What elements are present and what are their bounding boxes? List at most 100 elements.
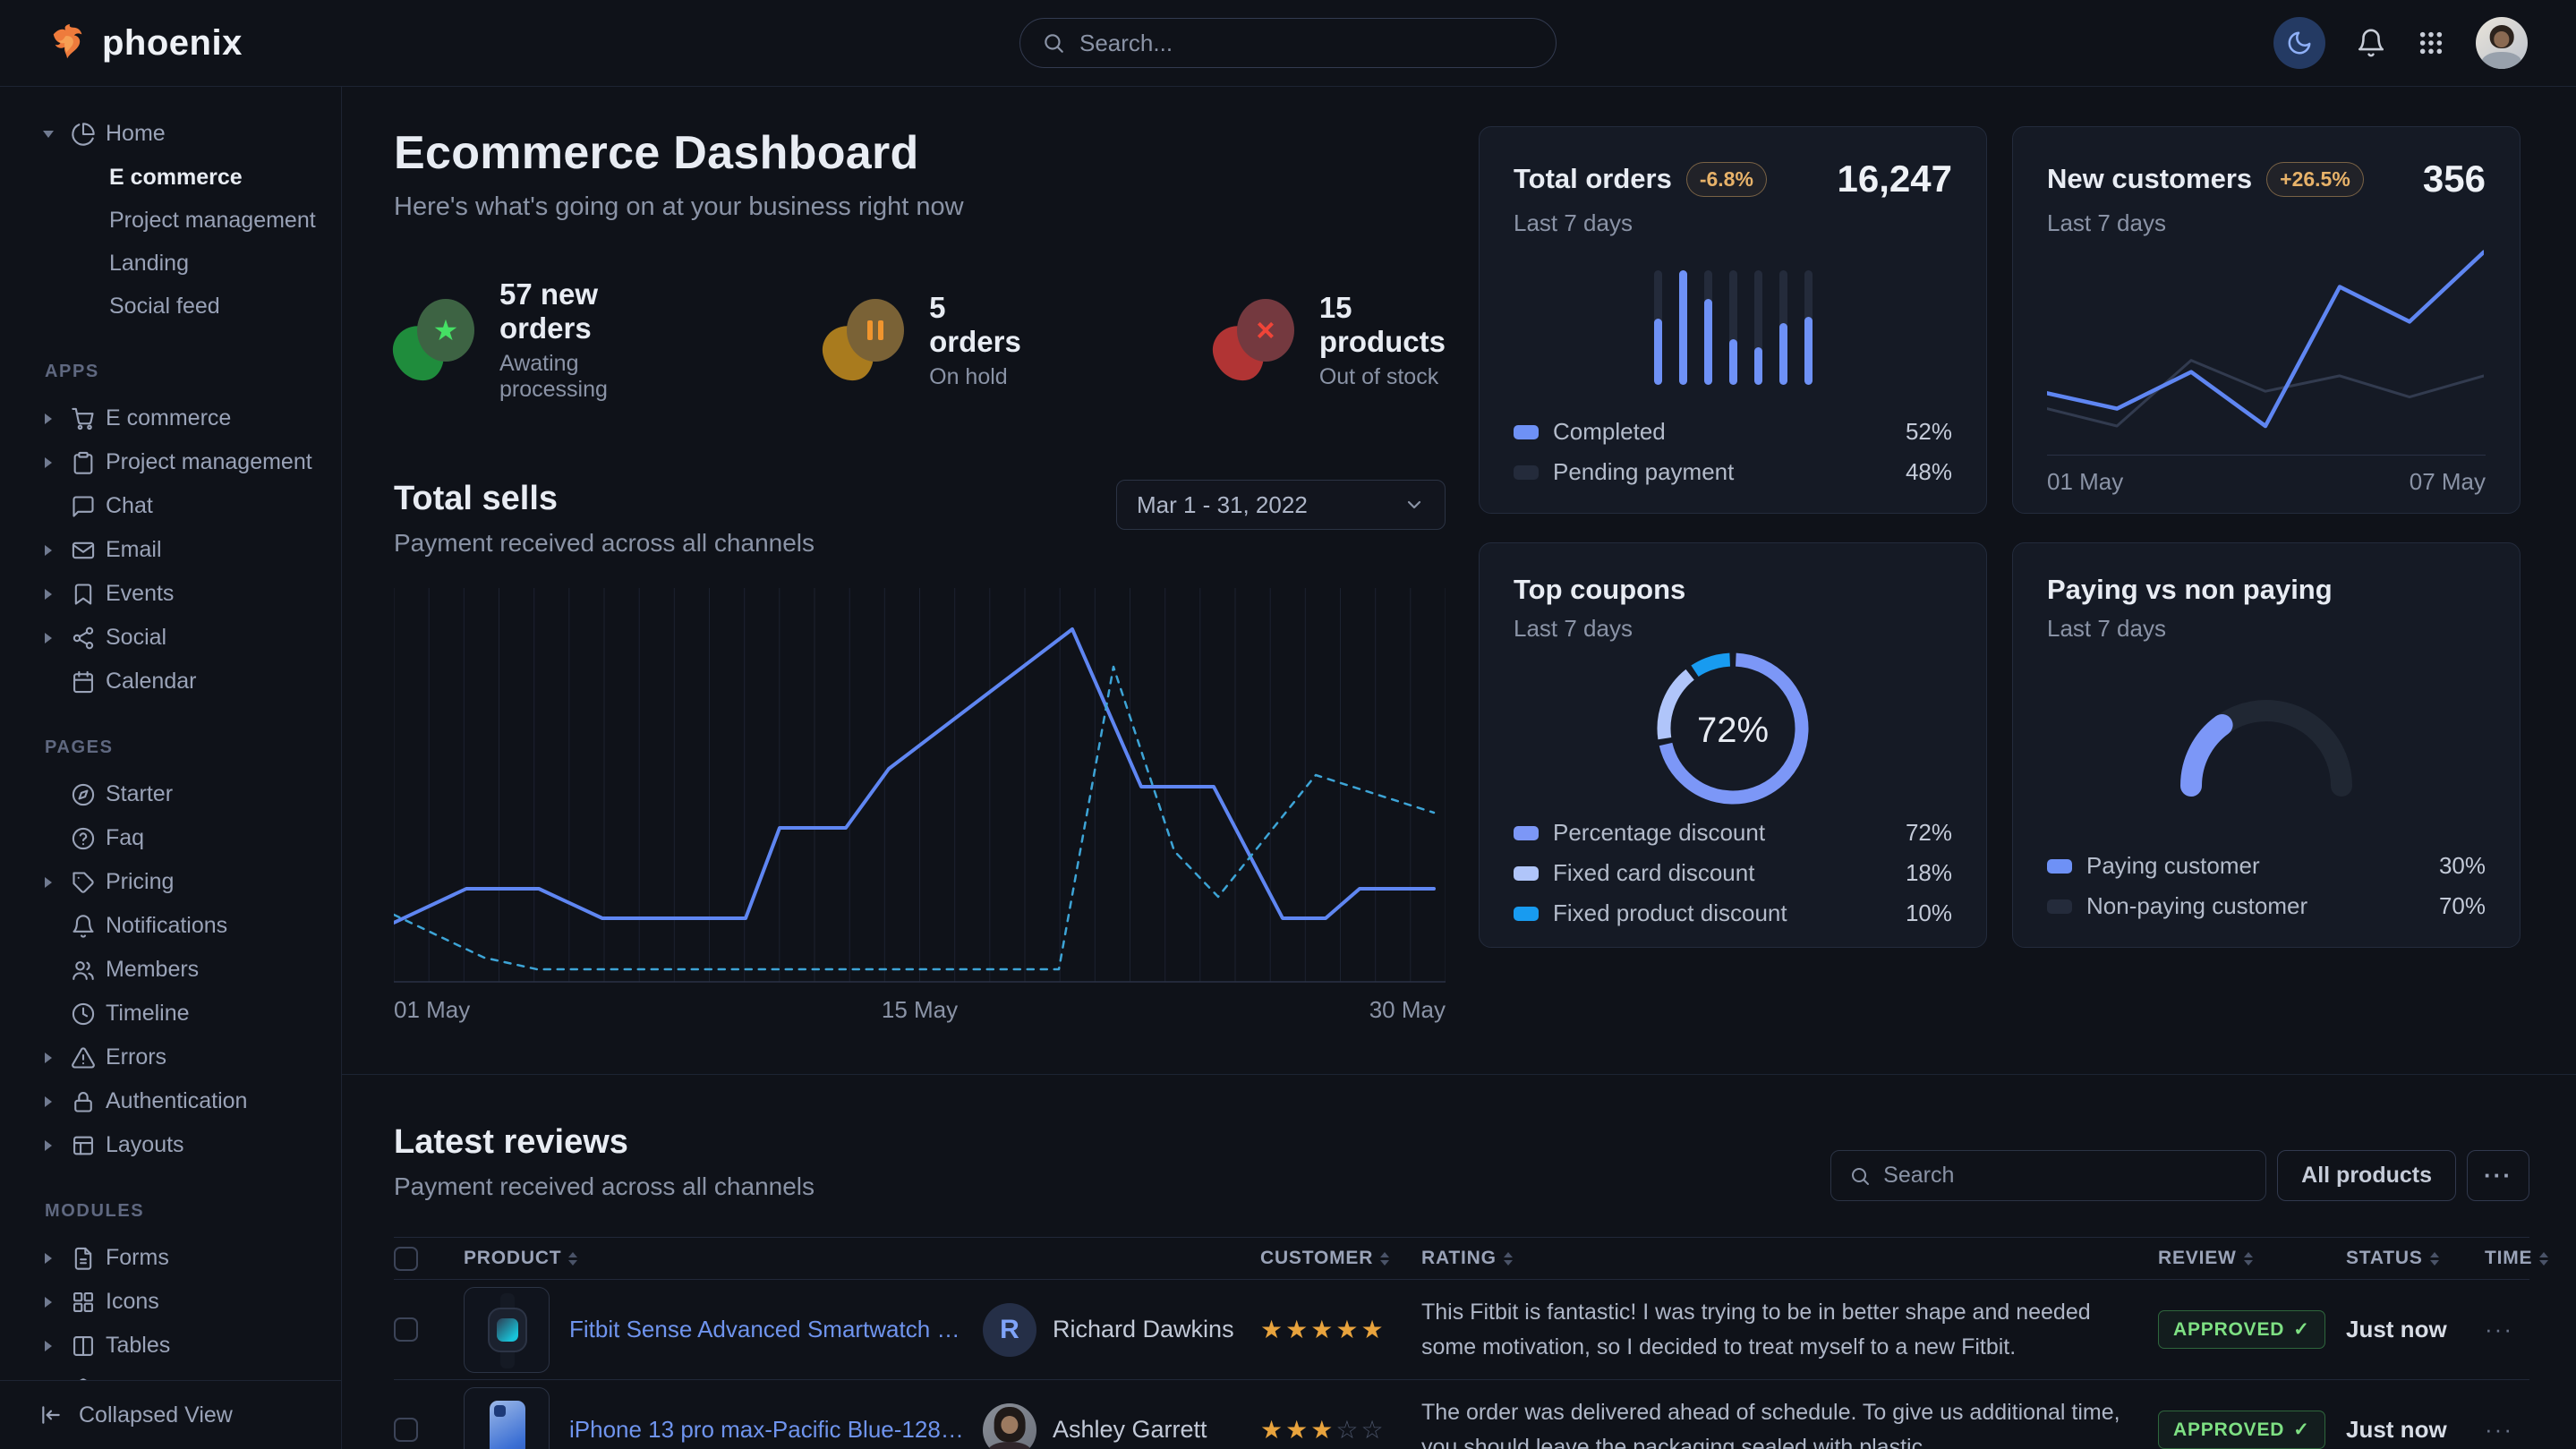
legend-label: Percentage discount <box>1553 819 1765 847</box>
sidebar-item-authentication[interactable]: Authentication <box>0 1079 341 1123</box>
product-link[interactable]: Fitbit Sense Advanced Smartwatch with To… <box>569 1316 965 1343</box>
column-header-rating[interactable]: RATING <box>1421 1248 2140 1269</box>
product-thumbnail[interactable] <box>464 1287 550 1373</box>
customer-avatar[interactable]: R <box>983 1303 1036 1357</box>
order-bar <box>1679 270 1687 385</box>
reviews-search[interactable] <box>1830 1150 2266 1201</box>
pause-icon <box>867 320 883 340</box>
product-cell: iPhone 13 pro max-Pacific Blue-128GB sto… <box>464 1387 965 1449</box>
search-icon <box>1042 31 1065 55</box>
top-coupons-legend-item: Fixed card discount 18% <box>1514 859 1952 887</box>
sidebar-item-label: Social <box>106 625 166 651</box>
new-customers-value: 356 <box>2423 158 2486 200</box>
reviews-more-button[interactable]: ··· <box>2467 1150 2529 1201</box>
sidebar-item-timeline[interactable]: Timeline <box>0 992 341 1036</box>
date-range-select[interactable]: Mar 1 - 31, 2022 <box>1116 480 1446 530</box>
select-all-checkbox[interactable] <box>394 1247 418 1271</box>
column-header-status[interactable]: STATUS <box>2346 1248 2467 1269</box>
sidebar-item-calendar[interactable]: Calendar <box>0 660 341 703</box>
sidebar-subitem-e-commerce[interactable]: E commerce <box>0 156 341 199</box>
search-icon <box>1849 1165 1871 1187</box>
column-header-review[interactable]: REVIEW <box>2158 1248 2328 1269</box>
notifications-button[interactable] <box>2356 28 2386 58</box>
paying-gauge-svg <box>2170 691 2363 800</box>
caret-right-icon <box>41 633 55 644</box>
sidebar-item-events[interactable]: Events <box>0 572 341 616</box>
all-products-filter-button[interactable]: All products <box>2277 1150 2456 1201</box>
sidebar-item-chat[interactable]: Chat <box>0 484 341 528</box>
moon-icon <box>2286 30 2313 56</box>
column-header-product[interactable]: PRODUCT <box>464 1248 1242 1269</box>
x-stat-icon: × <box>1214 299 1296 381</box>
sidebar-item-faq[interactable]: Faq <box>0 816 341 860</box>
sidebar-item-label: Home <box>106 121 166 147</box>
sidebar-item-pricing[interactable]: Pricing <box>0 860 341 904</box>
row-checkbox[interactable] <box>394 1418 418 1442</box>
paying-legend: Paying customer30%Non-paying customer70% <box>2047 852 2486 920</box>
sidebar-item-notifications[interactable]: Notifications <box>0 904 341 948</box>
sidebar-item-members[interactable]: Members <box>0 948 341 992</box>
row-checkbox[interactable] <box>394 1317 418 1342</box>
sidebar-item-email[interactable]: Email <box>0 528 341 572</box>
product-thumbnail[interactable] <box>464 1387 550 1449</box>
reviews-search-input[interactable] <box>1883 1163 2248 1189</box>
caret-right-icon <box>41 1253 55 1264</box>
sidebar-item-social[interactable]: Social <box>0 616 341 660</box>
legend-label: Paying customer <box>2086 852 2260 880</box>
sidebar-subitem-project-management[interactable]: Project management <box>0 199 341 242</box>
paying-title: Paying vs non paying <box>2047 574 2333 606</box>
sidebar-subitem-social-feed[interactable]: Social feed <box>0 285 341 328</box>
new-customers-period: Last 7 days <box>2047 209 2486 237</box>
sort-icon <box>1380 1252 1389 1266</box>
file-icon <box>71 1246 96 1271</box>
stat-value: 15 products <box>1319 291 1446 359</box>
global-search[interactable] <box>1019 18 1557 68</box>
x-tick-label: 30 May <box>1369 996 1446 1024</box>
status-label: APPROVED <box>2173 1319 2284 1341</box>
collapse-sidebar-button[interactable]: Collapsed View <box>0 1380 341 1449</box>
sidebar-item-components[interactable]: Components <box>0 1368 341 1380</box>
customer-avatar[interactable] <box>983 1403 1036 1449</box>
sidebar-subitem-landing[interactable]: Landing <box>0 242 341 285</box>
row-menu-button[interactable]: ··· <box>2485 1416 2529 1444</box>
sidebar-item-label: E commerce <box>106 405 231 431</box>
star-filled-icon: ★ <box>1310 1316 1335 1343</box>
column-header-customer[interactable]: CUSTOMER <box>1260 1248 1403 1269</box>
row-menu-button[interactable]: ··· <box>2485 1316 2529 1343</box>
sidebar-item-forms[interactable]: Forms <box>0 1236 341 1280</box>
user-avatar[interactable] <box>2476 17 2528 69</box>
sidebar-item-icons[interactable]: Icons <box>0 1280 341 1324</box>
star-empty-icon: ☆ <box>1335 1416 1361 1444</box>
caret-right-icon <box>41 1140 55 1151</box>
brand-logo[interactable]: phoenix <box>48 22 243 64</box>
sidebar-item-label: Forms <box>106 1245 169 1271</box>
customer-cell: Ashley Garrett <box>983 1403 1242 1449</box>
top-coupons-legend-item: Percentage discount72% <box>1514 819 1952 847</box>
sidebar-item-home[interactable]: Home <box>0 112 341 156</box>
apps-menu-button[interactable] <box>2417 29 2445 57</box>
sidebar-item-e-commerce[interactable]: E commerce <box>0 396 341 440</box>
check-icon: ✓ <box>2293 1419 2309 1441</box>
legend-value: 30% <box>2439 852 2486 880</box>
sort-icon <box>1504 1252 1513 1266</box>
theme-toggle-button[interactable] <box>2273 17 2325 69</box>
legend-value: 18% <box>1906 859 1952 887</box>
caret-right-icon <box>41 413 55 424</box>
new-customers-delta-badge: +26.5% <box>2266 162 2364 197</box>
sidebar-section-modules: MODULES <box>45 1201 341 1222</box>
sidebar-item-starter[interactable]: Starter <box>0 772 341 816</box>
total-sells-header: Total sells Payment received across all … <box>394 480 1446 558</box>
legend-color-chip <box>1514 826 1539 840</box>
sidebar-item-errors[interactable]: Errors <box>0 1036 341 1079</box>
sidebar-item-label: Tables <box>106 1333 170 1359</box>
top-coupons-period: Last 7 days <box>1514 615 1952 643</box>
product-link[interactable]: iPhone 13 pro max-Pacific Blue-128GB sto… <box>569 1416 965 1444</box>
global-search-input[interactable] <box>1079 30 1534 57</box>
sidebar-item-tables[interactable]: Tables <box>0 1324 341 1368</box>
legend-label: Fixed card discount <box>1553 859 1754 887</box>
column-header-time[interactable]: TIME <box>2485 1248 2529 1269</box>
x-tick-label: 01 May <box>394 996 470 1024</box>
total-sells-subtitle: Payment received across all channels <box>394 529 815 558</box>
sidebar-item-project-management[interactable]: Project management <box>0 440 341 484</box>
sidebar-item-layouts[interactable]: Layouts <box>0 1123 341 1167</box>
